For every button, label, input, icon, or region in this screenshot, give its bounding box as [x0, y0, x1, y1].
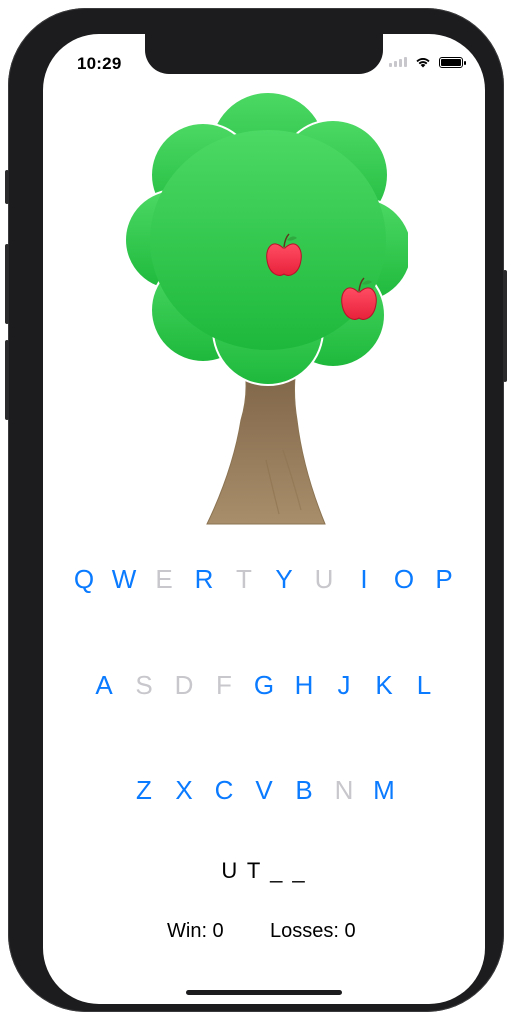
status-time: 10:29	[77, 54, 122, 73]
letter-button-z[interactable]: Z	[124, 775, 164, 806]
letter-button-y[interactable]: Y	[264, 564, 304, 595]
letter-button-w[interactable]: W	[104, 564, 144, 595]
letter-button-s: S	[135, 670, 153, 700]
letter-button-l[interactable]: L	[404, 670, 444, 701]
phone-frame: 10:29 Q W E R T Y U I O P A S D F G H J …	[5, 8, 507, 1012]
keyboard-row-2: ASDFGHJKL	[43, 670, 485, 701]
letter-button-b[interactable]: B	[284, 775, 324, 806]
cellular-signal-icon	[389, 57, 407, 67]
letter-button-q[interactable]: Q	[64, 564, 104, 595]
letter-button-t: T	[236, 564, 252, 594]
letter-button-j[interactable]: J	[324, 670, 364, 701]
battery-icon	[439, 56, 466, 68]
letter-button-n: N	[334, 775, 354, 805]
keyboard-row-1: QWERTYUIOP	[43, 564, 485, 595]
apple-tree-image	[124, 91, 408, 525]
wins-label: Win: 0	[167, 920, 224, 942]
keyboard-row-3: ZXCVBNM	[43, 775, 485, 806]
letter-button-k[interactable]: K	[364, 670, 404, 701]
letter-button-f: F	[216, 670, 232, 700]
letter-button-h[interactable]: H	[284, 670, 324, 701]
letter-button-r[interactable]: R	[184, 564, 224, 595]
letter-button-a[interactable]: A	[84, 670, 124, 701]
letter-button-c[interactable]: C	[204, 775, 244, 806]
letter-button-v[interactable]: V	[244, 775, 284, 806]
power-button	[503, 270, 507, 382]
app-screen: 10:29 Q W E R T Y U I O P A S D F G H J …	[43, 34, 485, 1004]
letter-button-e: E	[155, 564, 173, 594]
silent-switch	[5, 170, 9, 204]
letter-button-i[interactable]: I	[344, 564, 384, 595]
home-indicator	[186, 990, 342, 995]
status-icons	[389, 56, 466, 68]
letter-button-m[interactable]: M	[364, 775, 404, 806]
wifi-icon	[416, 58, 430, 68]
letter-button-d: D	[174, 670, 194, 700]
letter-button-x[interactable]: X	[164, 775, 204, 806]
letter-button-o[interactable]: O	[384, 564, 424, 595]
volume-down-button	[5, 340, 9, 420]
word-display: U T _ _	[221, 858, 307, 883]
letter-button-p[interactable]: P	[424, 564, 464, 595]
letter-button-u: U	[314, 564, 334, 594]
notch	[145, 34, 383, 74]
volume-up-button	[5, 244, 9, 324]
letter-button-g[interactable]: G	[244, 670, 284, 701]
losses-label: Losses: 0	[270, 920, 356, 942]
